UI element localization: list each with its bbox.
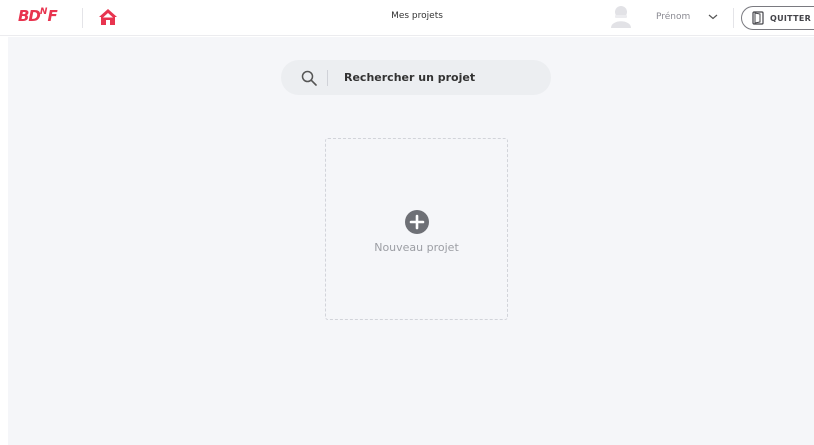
new-project-label: Nouveau projet	[374, 240, 459, 254]
search-bar[interactable]	[281, 60, 551, 95]
plus-icon	[404, 209, 429, 234]
avatar[interactable]	[608, 4, 634, 30]
door-icon	[752, 11, 764, 25]
new-project-card[interactable]: Nouveau projet	[325, 138, 508, 320]
username-label[interactable]: Prénom	[656, 12, 690, 22]
header-divider-right	[733, 8, 734, 28]
main-content: Nouveau projet	[8, 37, 814, 445]
quit-button[interactable]: QUITTER	[741, 6, 814, 30]
quit-label: QUITTER	[770, 13, 812, 23]
search-input[interactable]	[344, 71, 524, 84]
top-bar: BDNF Mes projets Prénom QUITTER	[0, 0, 814, 36]
search-separator	[327, 69, 328, 86]
page-title: Mes projets	[391, 11, 443, 21]
search-icon	[301, 70, 317, 86]
chevron-down-icon[interactable]	[707, 11, 719, 23]
